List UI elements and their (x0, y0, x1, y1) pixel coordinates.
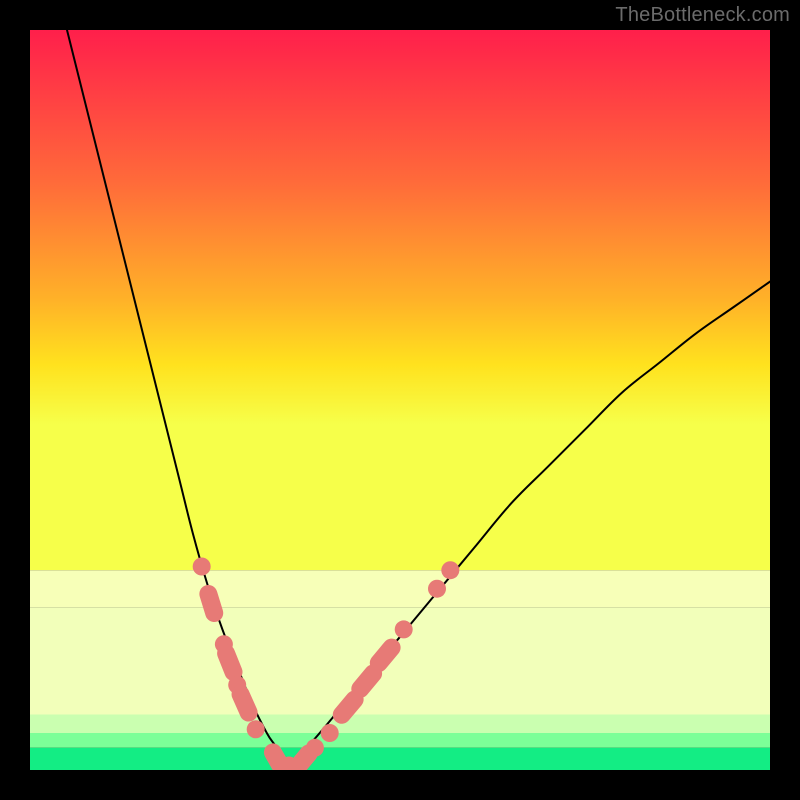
marker-dot-6 (247, 720, 265, 738)
marker-dot-15 (395, 620, 413, 638)
watermark-text: TheBottleneck.com (615, 4, 790, 27)
bg-band-4 (30, 748, 770, 770)
chart-frame: TheBottleneck.com (0, 0, 800, 800)
marker-dot-10 (306, 739, 324, 757)
marker-dot-17 (441, 561, 459, 579)
bg-gradient (30, 30, 770, 570)
bg-band-0 (30, 570, 770, 607)
marker-dot-11 (321, 724, 339, 742)
plot-area (30, 30, 770, 770)
bg-band-3 (30, 733, 770, 748)
bg-band-2 (30, 715, 770, 734)
marker-dot-16 (428, 580, 446, 598)
chart-svg (30, 30, 770, 770)
marker-dot-0 (193, 558, 211, 576)
